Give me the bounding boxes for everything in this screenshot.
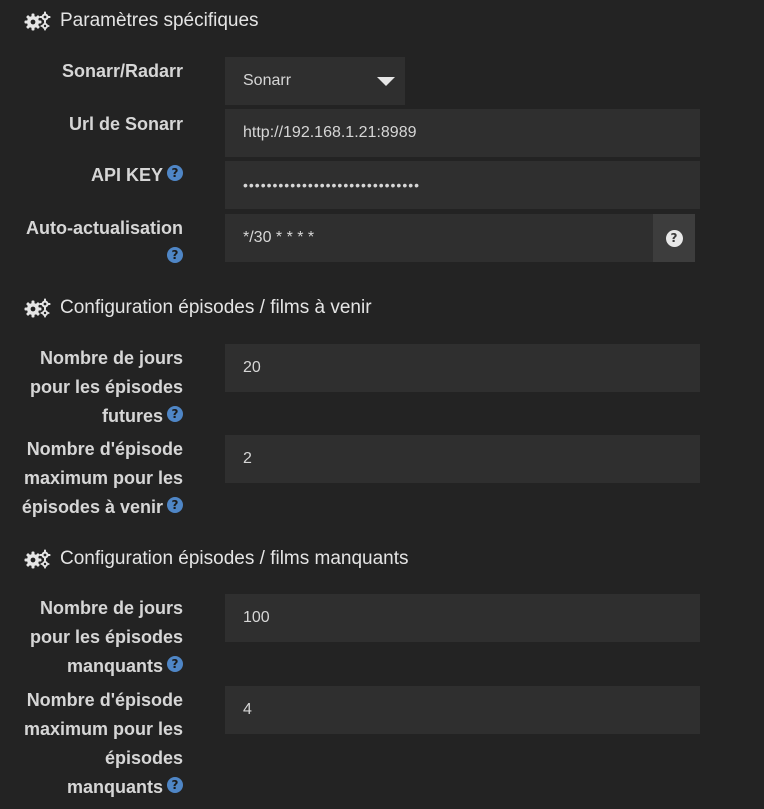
service-select[interactable]: Sonarr [225, 57, 405, 105]
url-label: Url de Sonarr [68, 114, 183, 134]
help-icon[interactable]: ? [167, 656, 183, 672]
section-missing-title: Configuration épisodes / films manquants [24, 544, 409, 574]
cogs-icon [24, 298, 52, 318]
missing-max-label: Nombre d'épisode maximum pour les épisod… [23, 690, 183, 797]
cogs-icon [24, 11, 52, 31]
upcoming-max-label: Nombre d'épisode maximum pour les épisod… [21, 439, 183, 517]
cogs-icon [24, 549, 52, 569]
missing-days-label: Nombre de jours pour les épisodes manqua… [29, 598, 183, 676]
help-icon[interactable]: ? [167, 406, 183, 422]
question-circle-icon: ? [665, 229, 683, 247]
url-input[interactable]: http://192.168.1.21:8989 [225, 109, 700, 157]
upcoming-max-input[interactable]: 2 [225, 435, 700, 483]
upcoming-days-input[interactable]: 20 [225, 344, 700, 392]
upcoming-days-label: Nombre de jours pour les épisodes future… [29, 348, 183, 426]
missing-max-input[interactable]: 4 [225, 686, 700, 734]
help-icon[interactable]: ? [167, 165, 183, 181]
service-label: Sonarr/Radarr [61, 61, 183, 81]
auto-refresh-label: Auto-actualisation ? [25, 218, 183, 263]
section-upcoming-title: Configuration épisodes / films à venir [24, 293, 372, 323]
auto-refresh-help-button[interactable]: ? [653, 214, 695, 262]
api-key-label: API KEY? [91, 161, 183, 190]
missing-days-input[interactable]: 100 [225, 594, 700, 642]
api-key-input[interactable]: •••••••••••••••••••••••••••••• [225, 161, 700, 209]
auto-refresh-input[interactable]: */30 * * * * [225, 214, 653, 262]
help-icon[interactable]: ? [167, 777, 183, 793]
chevron-down-icon [377, 77, 395, 86]
help-icon[interactable]: ? [167, 247, 183, 263]
help-icon[interactable]: ? [167, 497, 183, 513]
section-specific-title: Paramètres spécifiques [24, 6, 259, 36]
